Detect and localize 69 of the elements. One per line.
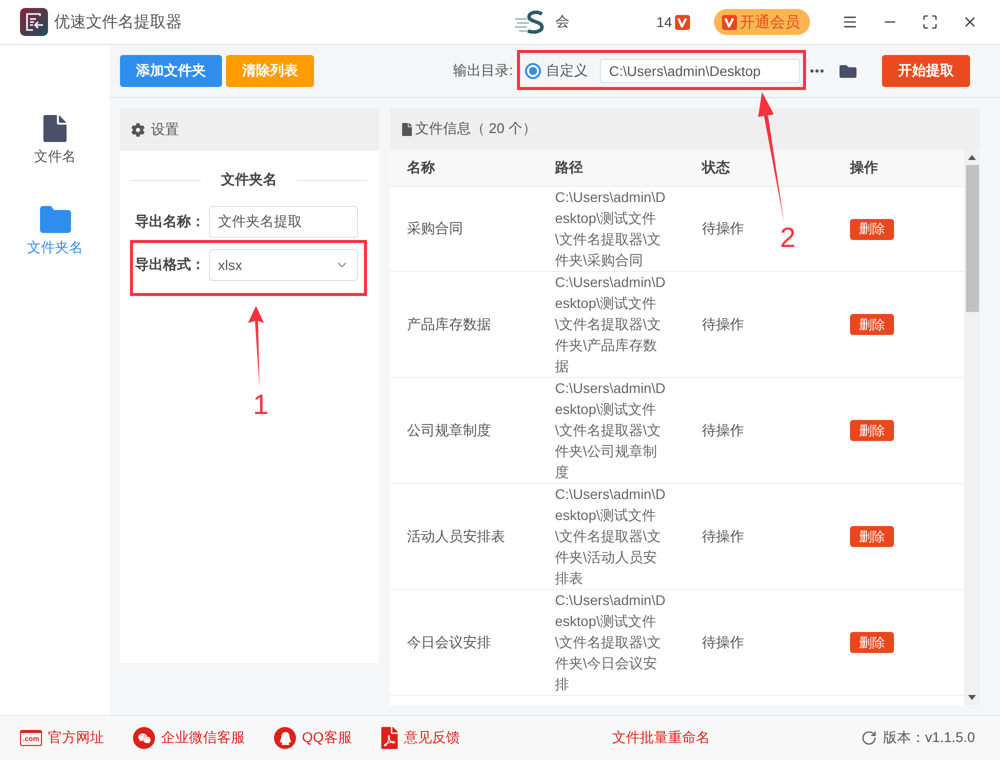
panel-title: 文件信息（ 20 个） bbox=[415, 120, 536, 138]
annotation-number: 1 bbox=[253, 391, 269, 419]
folder-icon[interactable] bbox=[838, 62, 858, 80]
menu-icon[interactable] bbox=[842, 14, 858, 30]
table-cell: 活动人员安排表 bbox=[407, 528, 505, 546]
scrollbar-thumb[interactable] bbox=[966, 165, 978, 312]
maximize-icon[interactable] bbox=[922, 14, 938, 30]
table-cell: 采购合同 bbox=[407, 220, 463, 238]
column-header: 路径 bbox=[555, 159, 583, 177]
footer-link[interactable]: 意见反馈 bbox=[380, 727, 460, 749]
column-header: 操作 bbox=[850, 159, 878, 177]
field-label: 导出名称： bbox=[135, 213, 206, 231]
table-cell: 今日会议安排 bbox=[407, 634, 491, 652]
annotation-number: 2 bbox=[780, 224, 796, 252]
window-title: 优速文件名提取器 bbox=[54, 12, 182, 32]
column-header: 名称 bbox=[407, 159, 435, 177]
app-logo-icon bbox=[20, 8, 48, 36]
document-icon bbox=[380, 727, 398, 749]
table-cell: 公司规章制度 bbox=[407, 422, 491, 440]
document-icon bbox=[402, 122, 412, 136]
sidebar-item[interactable]: 文件夹名 bbox=[27, 206, 83, 257]
version-text: 版本：v1.1.5.0 bbox=[883, 729, 975, 747]
chat-bubble-icon bbox=[133, 727, 155, 749]
table-cell: 待操作 bbox=[702, 528, 744, 546]
scrollbar[interactable] bbox=[964, 150, 980, 705]
output-path-field[interactable]: C:\Users\admin\Desktop bbox=[600, 59, 800, 83]
field-label: 导出格式： bbox=[135, 256, 206, 274]
document-icon bbox=[43, 115, 67, 142]
table-cell-text: C:\Users\admin\Desktop\测试文件\文件名提取器\文件夹\今日会议安排 bbox=[555, 591, 666, 694]
table-cell: 产品库存数据 bbox=[407, 316, 491, 334]
footer-link[interactable]: 企业微信客服 bbox=[133, 727, 245, 749]
radio-icon[interactable] bbox=[525, 63, 541, 79]
table-cell-text: C:\Users\admin\Desktop\测试文件\文件名提取器\文件夹\公司规章制度 bbox=[555, 379, 666, 482]
delete-button[interactable]: 删除 bbox=[850, 218, 894, 240]
output-label: 输出目录: bbox=[453, 62, 513, 80]
format-dropdown[interactable]: xlsx bbox=[209, 249, 358, 281]
delete-button[interactable]: 删除 bbox=[850, 420, 894, 441]
footer-link[interactable]: 文件批量重命名 bbox=[612, 729, 710, 747]
input-field[interactable]: 文件夹名提取 bbox=[209, 206, 358, 238]
user-name: 会 bbox=[555, 13, 570, 31]
table-cell: 待操作 bbox=[702, 634, 744, 652]
folder-icon bbox=[40, 206, 70, 233]
start-button[interactable]: 开始提取 bbox=[882, 55, 970, 87]
vip-icon bbox=[675, 14, 690, 30]
table-cell: 待操作 bbox=[702, 422, 744, 440]
user-id: 14 bbox=[656, 14, 672, 30]
delete-button[interactable]: 删除 bbox=[850, 632, 894, 653]
scroll-down-arrow-icon[interactable] bbox=[968, 695, 976, 700]
sidebar-item[interactable]: 文件名 bbox=[34, 115, 76, 166]
table-cell-text: C:\Users\admin\Desktop\测试文件\文件名提取器\文件夹\产品库存数据 bbox=[555, 273, 666, 376]
toolbar-button[interactable]: 添加文件夹 bbox=[120, 55, 222, 87]
vip-icon bbox=[722, 14, 737, 30]
refresh-icon[interactable] bbox=[861, 730, 878, 746]
delete-button[interactable]: 删除 bbox=[850, 526, 894, 547]
table-cell: 待操作 bbox=[702, 316, 744, 334]
panel-title: 设置 bbox=[151, 120, 179, 138]
table-cell-text: C:\Users\admin\Desktop\测试文件\文件名提取器\文件夹\采购合同 bbox=[555, 188, 666, 270]
speed-logo-icon bbox=[515, 10, 546, 34]
settings-icon bbox=[131, 122, 145, 136]
table-cell: 待操作 bbox=[702, 220, 744, 238]
penguin-icon bbox=[274, 727, 296, 749]
footer-link[interactable]: QQ客服 bbox=[274, 727, 352, 749]
table-cell-text: C:\Users\admin\Desktop\测试文件\文件名提取器\文件夹\活动人员安排表 bbox=[555, 485, 666, 588]
scroll-up-arrow-icon[interactable] bbox=[968, 155, 976, 160]
section-title: 文件夹名 bbox=[220, 171, 278, 189]
radio-option[interactable]: 自定义 bbox=[525, 62, 588, 80]
delete-button[interactable]: 删除 bbox=[850, 314, 894, 335]
more-icon[interactable] bbox=[810, 69, 824, 73]
column-header: 状态 bbox=[702, 159, 730, 177]
